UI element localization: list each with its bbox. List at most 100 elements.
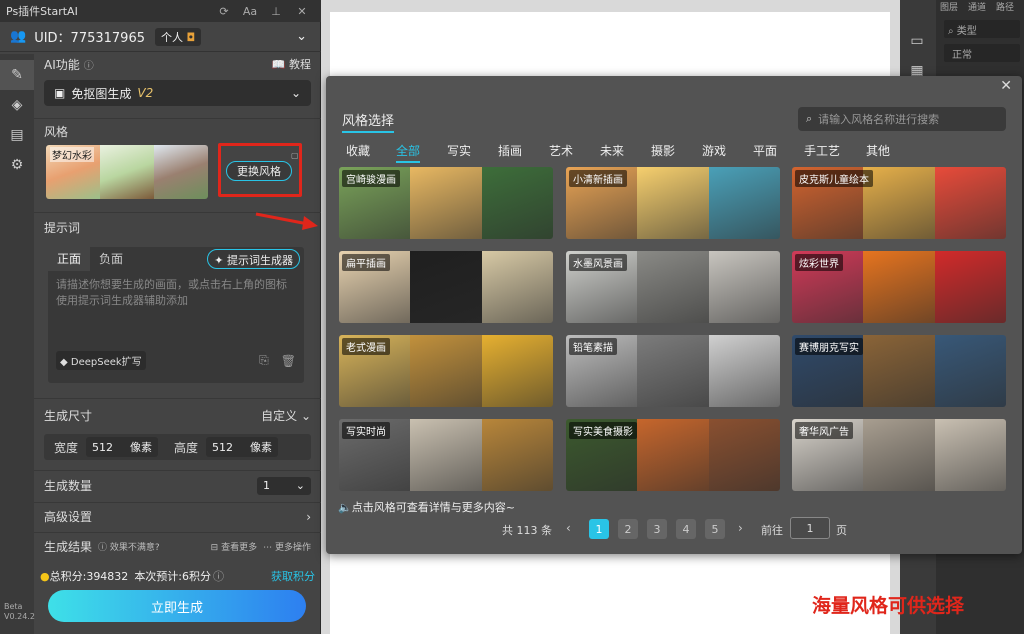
category-tab[interactable]: 平面 — [753, 142, 777, 159]
tab-channels[interactable]: 通道 — [968, 0, 986, 13]
tutorial-link[interactable]: 📖 教程 — [272, 56, 311, 72]
version-label: V0.24.2 — [4, 612, 35, 621]
layers-icon[interactable]: ◈ — [0, 90, 34, 120]
chevron-down-icon[interactable]: ⌄ — [296, 29, 307, 44]
prompt-generator-label: 提示词生成器 — [227, 254, 293, 267]
refresh-icon[interactable]: ⟳ — [211, 5, 237, 18]
sparkle-icon: ✦ — [214, 254, 224, 267]
pin-icon[interactable]: ⊥ — [263, 5, 289, 18]
style-card-label: 扁平插画 — [342, 254, 390, 271]
comment-icon[interactable]: ▭ — [900, 26, 934, 56]
page-button[interactable]: 4 — [676, 519, 696, 539]
page-unit: 页 — [836, 524, 847, 537]
uid-text: UID：775317965 — [34, 31, 145, 46]
mode-select[interactable]: ▣ 免抠图生成 V2 ⌄ — [44, 80, 311, 106]
style-preview[interactable]: 梦幻水彩 — [46, 145, 208, 199]
category-tab[interactable]: 手工艺 — [804, 142, 840, 159]
style-card-label: 铅笔素描 — [569, 338, 617, 355]
unsatisfied-link[interactable]: ⓘ 效果不满意? — [98, 540, 160, 553]
next-page-icon[interactable]: › — [738, 521, 743, 535]
chevron-right-icon: › — [306, 509, 311, 524]
count-value: 1 — [263, 479, 270, 492]
style-card[interactable]: 写实时尚 — [339, 419, 553, 491]
tutorial-label: 教程 — [289, 58, 311, 71]
style-card[interactable]: 炫彩世界 — [792, 251, 1006, 323]
style-card[interactable]: 奢华风广告 — [792, 419, 1006, 491]
search-icon: ⌕ — [806, 112, 813, 125]
style-card[interactable]: 宫崎骏漫画 — [339, 167, 553, 239]
layer-filter-label: 类型 — [956, 26, 977, 37]
height-input[interactable]: 512 像素 — [206, 437, 279, 457]
style-card[interactable]: 赛博朋克写实 — [792, 335, 1006, 407]
size-mode-select[interactable]: 自定义 ⌄ — [261, 407, 311, 424]
style-card-label: 写实时尚 — [342, 422, 390, 439]
info-icon[interactable]: ⓘ — [213, 568, 224, 584]
style-search-input[interactable]: ⌕ 请输入风格名称进行搜索 — [798, 107, 1006, 131]
style-thumbnail — [410, 419, 482, 491]
page-button[interactable]: 3 — [647, 519, 667, 539]
category-tab[interactable]: 游戏 — [702, 142, 726, 159]
close-icon[interactable]: ✕ — [1000, 78, 1012, 94]
deepseek-button[interactable]: ◆ DeepSeek扩写 — [56, 351, 146, 370]
width-input[interactable]: 512 像素 — [86, 437, 159, 457]
advanced-section[interactable]: 高级设置 › — [34, 502, 321, 530]
more-ops-label: 更多操作 — [274, 543, 311, 553]
style-card-label: 水墨风景画 — [569, 254, 627, 271]
style-card[interactable]: 扁平插画 — [339, 251, 553, 323]
font-size-icon[interactable]: Aa — [237, 5, 263, 18]
trash-icon[interactable]: 🗑 — [281, 354, 296, 368]
info-icon[interactable]: ⓘ — [84, 57, 94, 72]
style-card[interactable]: 老式漫画 — [339, 335, 553, 407]
tab-layers[interactable]: 图层 — [940, 0, 958, 13]
style-thumbnail — [410, 335, 482, 407]
deepseek-label: DeepSeek扩写 — [70, 357, 142, 368]
more-ops-link[interactable]: ⋯ 更多操作 — [263, 540, 311, 553]
style-card[interactable]: 铅笔素描 — [566, 335, 780, 407]
goto-input[interactable]: 1 — [790, 517, 830, 539]
hint-text: 点击风格可查看详情与更多内容~ — [351, 501, 515, 514]
category-tab[interactable]: 其他 — [866, 142, 890, 159]
style-thumbnail — [934, 419, 1006, 491]
gear-icon[interactable]: ⚙ — [0, 150, 34, 180]
style-card[interactable]: 水墨风景画 — [566, 251, 780, 323]
category-tab[interactable]: 插画 — [498, 142, 522, 159]
page-button[interactable]: 1 — [589, 519, 609, 539]
get-points-link[interactable]: 获取积分 — [271, 568, 315, 584]
prompt-generator-button[interactable]: ✦ 提示词生成器 — [207, 249, 300, 269]
pencil-icon[interactable]: ✎ — [0, 60, 34, 90]
see-more-link[interactable]: ⊟ 查看更多 — [211, 540, 257, 553]
page-button[interactable]: 2 — [618, 519, 638, 539]
style-thumbnail — [708, 251, 780, 323]
close-icon[interactable]: ✕ — [289, 5, 315, 18]
style-card[interactable]: 写实美食摄影 — [566, 419, 780, 491]
style-name: 梦幻水彩 — [50, 147, 94, 162]
tab-negative[interactable]: 负面 — [90, 247, 132, 271]
change-style-button[interactable]: 更换风格 — [226, 161, 292, 181]
category-tab[interactable]: 摄影 — [651, 142, 675, 159]
document-icon[interactable]: ▤ — [0, 120, 34, 150]
goto-label: 前往 — [761, 524, 783, 537]
beta-label: Beta — [4, 602, 23, 611]
tab-positive[interactable]: 正面 — [48, 247, 90, 271]
category-tab[interactable]: 未来 — [600, 142, 624, 159]
page-button[interactable]: 5 — [705, 519, 725, 539]
category-tab[interactable]: 全部 — [396, 142, 421, 163]
count-select[interactable]: 1 ⌄ — [257, 476, 311, 495]
generate-button[interactable]: 立即生成 — [48, 590, 306, 622]
expand-icon[interactable]: ▢ — [291, 151, 299, 160]
prev-page-icon[interactable]: ‹ — [566, 521, 571, 535]
blend-mode-select[interactable]: 正常 — [944, 44, 1020, 62]
style-card-label: 写实美食摄影 — [569, 422, 637, 439]
category-tab[interactable]: 艺术 — [549, 142, 573, 159]
history-icon[interactable]: ⎘ — [259, 353, 269, 368]
style-card[interactable]: 小清新插画 — [566, 167, 780, 239]
prompt-box: 正面 负面 ✦ 提示词生成器 请描述你想要生成的画面，或点击右上角的图标使用提示… — [48, 247, 304, 383]
tab-paths[interactable]: 路径 — [996, 0, 1014, 13]
user-group-icon: 👥 — [10, 29, 27, 44]
style-card[interactable]: 皮克斯儿童绘本 — [792, 167, 1006, 239]
layer-filter-select[interactable]: ⌕ 类型 — [944, 20, 1020, 38]
category-tab[interactable]: 收藏 — [346, 142, 370, 159]
estimate-points: 本次预计:6积分 — [134, 570, 212, 583]
prompt-input[interactable]: 请描述你想要生成的画面，或点击右上角的图标使用提示词生成器辅助添加 — [48, 271, 304, 351]
category-tab[interactable]: 写实 — [447, 142, 471, 159]
